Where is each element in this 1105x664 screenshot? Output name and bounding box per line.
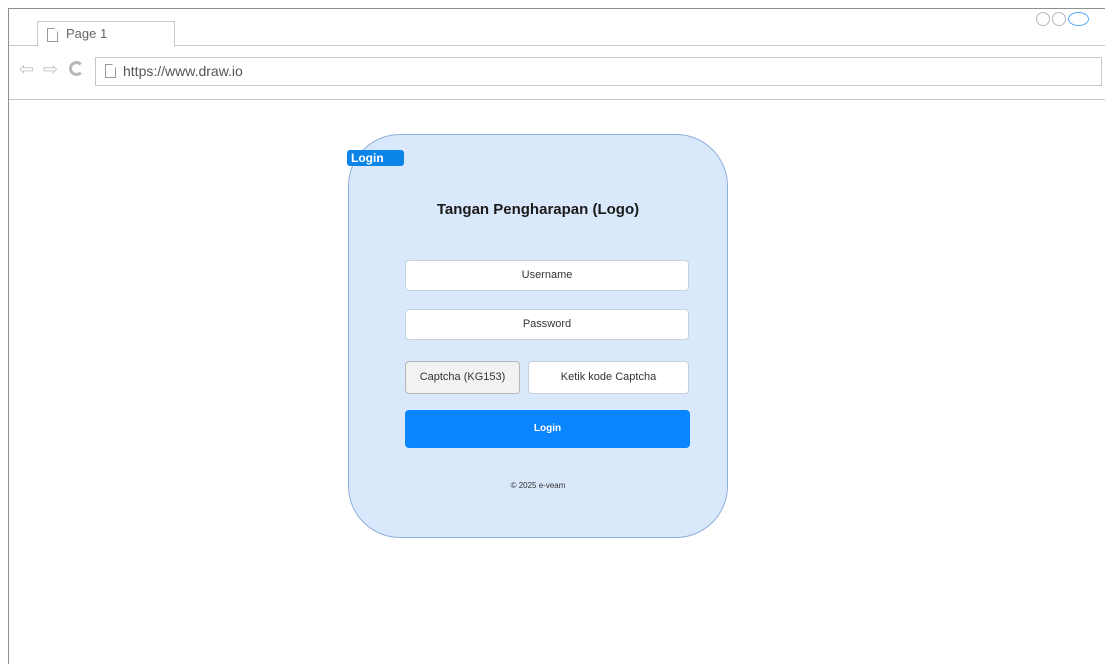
captcha-input[interactable]: Ketik kode Captcha	[528, 361, 689, 394]
window-controls	[1035, 12, 1105, 30]
login-tag: Login	[347, 150, 404, 166]
refresh-icon[interactable]	[69, 61, 84, 76]
page-icon	[105, 64, 116, 78]
username-field[interactable]: Username	[405, 260, 689, 291]
page-icon	[47, 28, 58, 42]
url-input[interactable]: https://www.draw.io	[95, 57, 1102, 86]
window-control-circle-icon[interactable]	[1068, 12, 1089, 26]
login-card: Login Tangan Pengharapan (Logo) Username…	[347, 134, 728, 538]
browser-window: Page 1 ⇦ ⇨ https://www.draw.io Login Tan…	[8, 8, 1105, 664]
browser-tabbar: Page 1	[9, 9, 1105, 47]
forward-arrow-icon[interactable]: ⇨	[43, 60, 58, 78]
back-arrow-icon[interactable]: ⇦	[19, 60, 34, 78]
address-bar-row: ⇦ ⇨ https://www.draw.io	[9, 46, 1105, 100]
browser-tab-page-1[interactable]: Page 1	[37, 21, 175, 47]
page-title: Tangan Pengharapan (Logo)	[436, 201, 640, 218]
url-text: https://www.draw.io	[123, 63, 243, 79]
window-control-circle-icon[interactable]	[1052, 12, 1066, 26]
captcha-code-box: Captcha (KG153)	[405, 361, 520, 394]
tab-label: Page 1	[66, 26, 108, 41]
window-control-circle-icon[interactable]	[1036, 12, 1050, 26]
footer-copyright: © 2025 e-veam	[510, 481, 566, 490]
password-field[interactable]: Password	[405, 309, 689, 340]
login-button[interactable]: Login	[405, 410, 690, 448]
